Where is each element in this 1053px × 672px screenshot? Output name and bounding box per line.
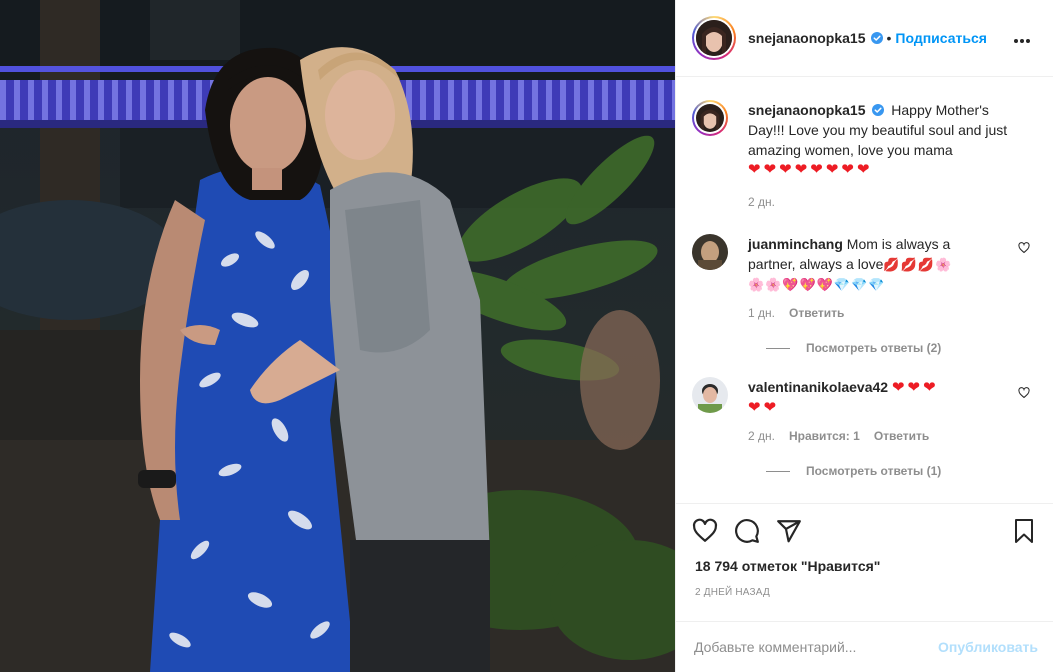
comments-list[interactable]: snejanaonopka15 Happy Mother's Day!!! Lo…	[676, 78, 1053, 502]
post-details-panel: snejanaonopka15 • Подписаться snejanaono…	[675, 0, 1053, 672]
author-avatar-image	[696, 20, 732, 56]
comment-input[interactable]	[694, 639, 939, 655]
caption-avatar[interactable]	[692, 100, 728, 136]
reply-button[interactable]: Ответить	[789, 305, 844, 321]
comment-time: 1 дн.	[748, 306, 775, 320]
bookmark-icon[interactable]	[1012, 518, 1036, 544]
caption-avatar-image	[696, 104, 724, 132]
post-photo[interactable]	[0, 0, 675, 672]
comment-time: 2 дн.	[748, 429, 775, 443]
like-heart-icon[interactable]	[692, 518, 718, 544]
commenter-avatar-image	[692, 377, 728, 413]
post-timestamp[interactable]: 2 дней назад	[695, 587, 770, 598]
separator-dot: •	[886, 30, 892, 46]
more-options-icon[interactable]	[1014, 30, 1034, 46]
comment-item: juanminchang Mom is always a partner, al…	[692, 210, 1038, 321]
view-replies-button[interactable]: Посмотреть ответы (1)	[766, 464, 1038, 478]
comment-username[interactable]: juanminchang	[748, 236, 843, 252]
comment-emoji: 🌸🌸💖💖💖💎💎💎	[748, 277, 886, 292]
comment-item: valentinanikolaeva42 ❤❤❤ ❤❤ 2 дн. Нравит…	[692, 355, 1038, 444]
comment-icon[interactable]	[734, 518, 760, 544]
follow-button[interactable]: Подписаться	[895, 30, 987, 46]
like-comment-heart-icon[interactable]	[1018, 387, 1030, 399]
verified-badge-icon	[870, 32, 883, 44]
view-replies-label: Посмотреть ответы (2)	[806, 341, 942, 355]
bookmark-button[interactable]	[1012, 518, 1036, 544]
post-actions: 18 794 отметок "Нравится" 2 дней назад	[676, 503, 1053, 621]
like-comment-heart-icon[interactable]	[1018, 242, 1030, 254]
likes-count[interactable]: 18 794 отметок "Нравится"	[695, 558, 880, 574]
photo-illustration	[0, 0, 675, 672]
author-avatar[interactable]	[692, 16, 736, 60]
commenter-avatar[interactable]	[692, 377, 728, 413]
comment-emoji: ❤❤	[748, 399, 780, 416]
author-username[interactable]: snejanaonopka15	[748, 30, 866, 46]
divider-line	[766, 470, 790, 472]
post-header: snejanaonopka15 • Подписаться	[676, 0, 1053, 77]
view-replies-label: Посмотреть ответы (1)	[806, 464, 942, 478]
comment-username[interactable]: valentinanikolaeva42	[748, 379, 888, 395]
caption-time: 2 дн.	[748, 195, 775, 209]
commenter-avatar-image	[692, 234, 728, 270]
comment-emoji: 💋💋💋🌸	[883, 257, 953, 272]
publish-button[interactable]: Опубликовать	[938, 639, 1038, 655]
reply-button[interactable]: Ответить	[874, 428, 929, 444]
caption-emoji: ❤❤❤❤❤❤❤❤	[748, 161, 873, 178]
divider-line	[766, 347, 790, 349]
share-icon[interactable]	[776, 518, 802, 544]
comment-emoji: ❤❤❤	[891, 379, 939, 396]
add-comment-form: Опубликовать	[676, 621, 1053, 672]
post-caption: snejanaonopka15 Happy Mother's Day!!! Lo…	[692, 78, 1038, 210]
view-replies-button[interactable]: Посмотреть ответы (2)	[766, 341, 1038, 355]
commenter-avatar[interactable]	[692, 234, 728, 270]
caption-username[interactable]: snejanaonopka15	[748, 102, 866, 118]
comment-likes[interactable]: Нравится: 1	[789, 428, 860, 444]
verified-badge-icon	[872, 104, 885, 116]
